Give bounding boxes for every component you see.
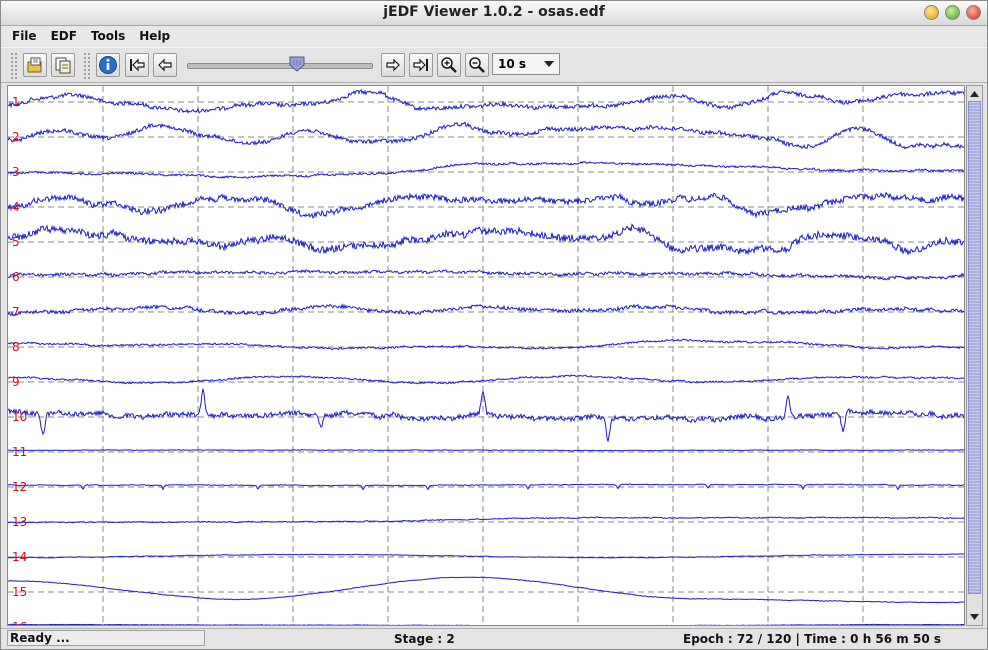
- last-epoch-icon: [413, 58, 428, 72]
- zoom-out-button[interactable]: [465, 53, 489, 77]
- channel-label: 6: [12, 270, 20, 284]
- previous-epoch-icon: [158, 58, 172, 72]
- status-ready: Ready ...: [7, 630, 205, 646]
- menu-help[interactable]: Help: [132, 29, 177, 43]
- maximize-button[interactable]: [945, 5, 960, 20]
- channel-label: 8: [12, 340, 20, 354]
- close-button[interactable]: [966, 5, 981, 20]
- window-controls: [924, 5, 981, 20]
- menu-tools[interactable]: Tools: [84, 29, 132, 43]
- channel-label: 14: [12, 550, 27, 564]
- channel-label: 2: [12, 130, 20, 144]
- status-bar: Ready ... Stage : 2 Epoch : 72 / 120 | T…: [1, 628, 987, 649]
- signal-traces: 12345678910111213141516: [8, 86, 964, 626]
- title-bar: jEDF Viewer 1.0.2 - osas.edf: [1, 1, 987, 26]
- channel-trace: [8, 269, 964, 281]
- epoch-slider-track[interactable]: [187, 63, 373, 69]
- channel-trace: [8, 303, 964, 317]
- zoom-out-icon: [469, 57, 485, 73]
- menu-edf[interactable]: EDF: [44, 29, 84, 43]
- channel-label: 13: [12, 515, 27, 529]
- channel-label: 7: [12, 305, 20, 319]
- first-epoch-button[interactable]: [125, 53, 149, 77]
- channel-trace: [8, 388, 964, 442]
- channel-trace: [8, 121, 964, 150]
- channel-label: 3: [12, 165, 20, 179]
- info-button[interactable]: [96, 53, 120, 77]
- arrow-up-icon: [970, 90, 979, 97]
- channel-trace: [8, 449, 964, 452]
- info-icon: [99, 56, 117, 74]
- channel-trace: [8, 89, 964, 114]
- vertical-scrollbar[interactable]: [966, 85, 983, 626]
- channel-trace: [8, 338, 964, 351]
- signal-plot[interactable]: 1 2 3 4 5 6 7 8 9 10 11 12 13 14 15 16: [7, 85, 965, 626]
- status-epoch-time: Epoch : 72 / 120 | Time : 0 h 56 m 50 s: [683, 632, 941, 646]
- epoch-slider-thumb[interactable]: [288, 55, 306, 73]
- scroll-thumb[interactable]: [968, 101, 981, 594]
- chevron-down-icon: [544, 61, 554, 67]
- zoom-in-icon: [441, 57, 457, 73]
- last-epoch-button[interactable]: [409, 53, 433, 77]
- scroll-up-button[interactable]: [968, 87, 981, 100]
- menu-bar: File EDF Tools Help: [1, 26, 987, 46]
- next-epoch-icon: [386, 58, 400, 72]
- open-file-button[interactable]: [23, 53, 47, 77]
- previous-epoch-button[interactable]: [153, 53, 177, 77]
- next-epoch-button[interactable]: [381, 53, 405, 77]
- scroll-down-button[interactable]: [968, 610, 981, 623]
- channel-trace: [8, 576, 964, 604]
- channel-label: 12: [12, 480, 27, 494]
- timescale-value: 10 s: [498, 57, 527, 71]
- channel-label: 16: [12, 620, 27, 626]
- channel-label: 15: [12, 585, 27, 599]
- open-annotations-icon: [55, 57, 71, 74]
- status-stage: Stage : 2: [394, 632, 455, 646]
- channel-trace: [8, 160, 964, 179]
- minimize-button[interactable]: [924, 5, 939, 20]
- channel-label: 1: [12, 95, 20, 109]
- open-file-icon: [27, 57, 42, 73]
- channel-label: 4: [12, 200, 20, 214]
- app-window: jEDF Viewer 1.0.2 - osas.edf File EDF To…: [0, 0, 988, 650]
- toolbar-grip[interactable]: [83, 52, 91, 80]
- timescale-select[interactable]: 10 s: [492, 53, 560, 75]
- zoom-in-button[interactable]: [437, 53, 461, 77]
- first-epoch-icon: [130, 58, 145, 72]
- window-title: jEDF Viewer 1.0.2 - osas.edf: [383, 4, 605, 20]
- toolbar-grip[interactable]: [10, 52, 18, 80]
- channel-trace: [8, 223, 964, 256]
- channel-label: 11: [12, 445, 27, 459]
- channel-label: 10: [12, 410, 27, 424]
- channel-label: 5: [12, 235, 20, 249]
- open-annotations-button[interactable]: [51, 53, 75, 77]
- arrow-down-icon: [970, 613, 979, 620]
- channel-label: 9: [12, 375, 20, 389]
- channel-trace: [8, 623, 964, 625]
- menu-file[interactable]: File: [5, 29, 44, 43]
- channel-trace: [8, 191, 964, 219]
